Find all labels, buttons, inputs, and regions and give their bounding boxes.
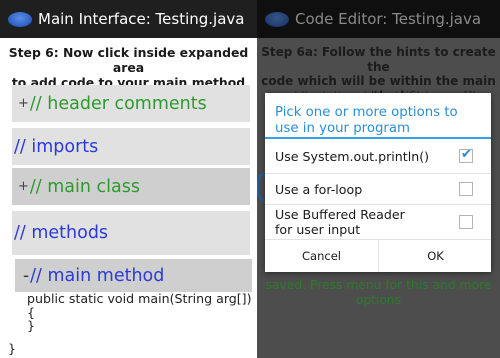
option-println[interactable]: Use System.out.println()	[265, 139, 491, 173]
main-method-code-area[interactable]: public static void main(String arg[]) { …	[27, 292, 255, 333]
option-label: Use System.out.println()	[275, 148, 430, 164]
action-bar: Code Editor: Testing.java	[257, 0, 500, 38]
ok-button[interactable]: OK	[379, 239, 492, 272]
collapse-icon: -	[23, 265, 30, 286]
action-bar: Main Interface: Testing.java	[0, 0, 257, 38]
option-for-loop[interactable]: Use a for-loop	[265, 174, 491, 204]
app-logo-icon[interactable]	[8, 11, 32, 27]
screen-title: Main Interface: Testing.java	[38, 10, 245, 28]
options-dialog: Pick one or more options to use in your …	[265, 93, 491, 272]
expand-icon: +	[18, 179, 29, 194]
section-label: // main class	[29, 176, 140, 197]
option-label: Use Buffered Reader for user input	[275, 207, 405, 237]
hint-text: saved. Press menu for this and more opti…	[265, 278, 492, 307]
checkbox-icon[interactable]	[459, 182, 473, 196]
section-label: // header comments	[29, 93, 207, 114]
section-header-comments[interactable]: + // header comments	[12, 85, 250, 122]
cancel-button[interactable]: Cancel	[265, 239, 378, 272]
app-logo-icon[interactable]	[265, 11, 289, 27]
section-imports[interactable]: // imports	[12, 128, 250, 165]
expand-icon: +	[18, 96, 29, 111]
screen-title: Code Editor: Testing.java	[295, 10, 482, 28]
option-label: Use a for-loop	[275, 181, 363, 197]
section-label: // methods	[14, 223, 109, 243]
section-main-method[interactable]: - // main method	[15, 259, 252, 292]
dialog-title: Pick one or more options to use in your …	[275, 105, 458, 136]
section-label: // main method	[30, 265, 165, 286]
section-methods[interactable]: // methods	[12, 211, 250, 255]
option-buffered-reader[interactable]: Use Buffered Reader for user input	[265, 205, 491, 239]
class-closing-brace: }	[8, 341, 17, 356]
section-label: // imports	[14, 136, 99, 157]
section-main-class[interactable]: + // main class	[12, 168, 250, 205]
checkbox-checked-icon[interactable]	[459, 147, 473, 163]
checkbox-icon[interactable]	[459, 215, 473, 229]
instruction-text: Step 6: Now click inside expanded area t…	[8, 45, 249, 90]
main-interface-screen: Main Interface: Testing.java Step 6: Now…	[0, 0, 257, 358]
